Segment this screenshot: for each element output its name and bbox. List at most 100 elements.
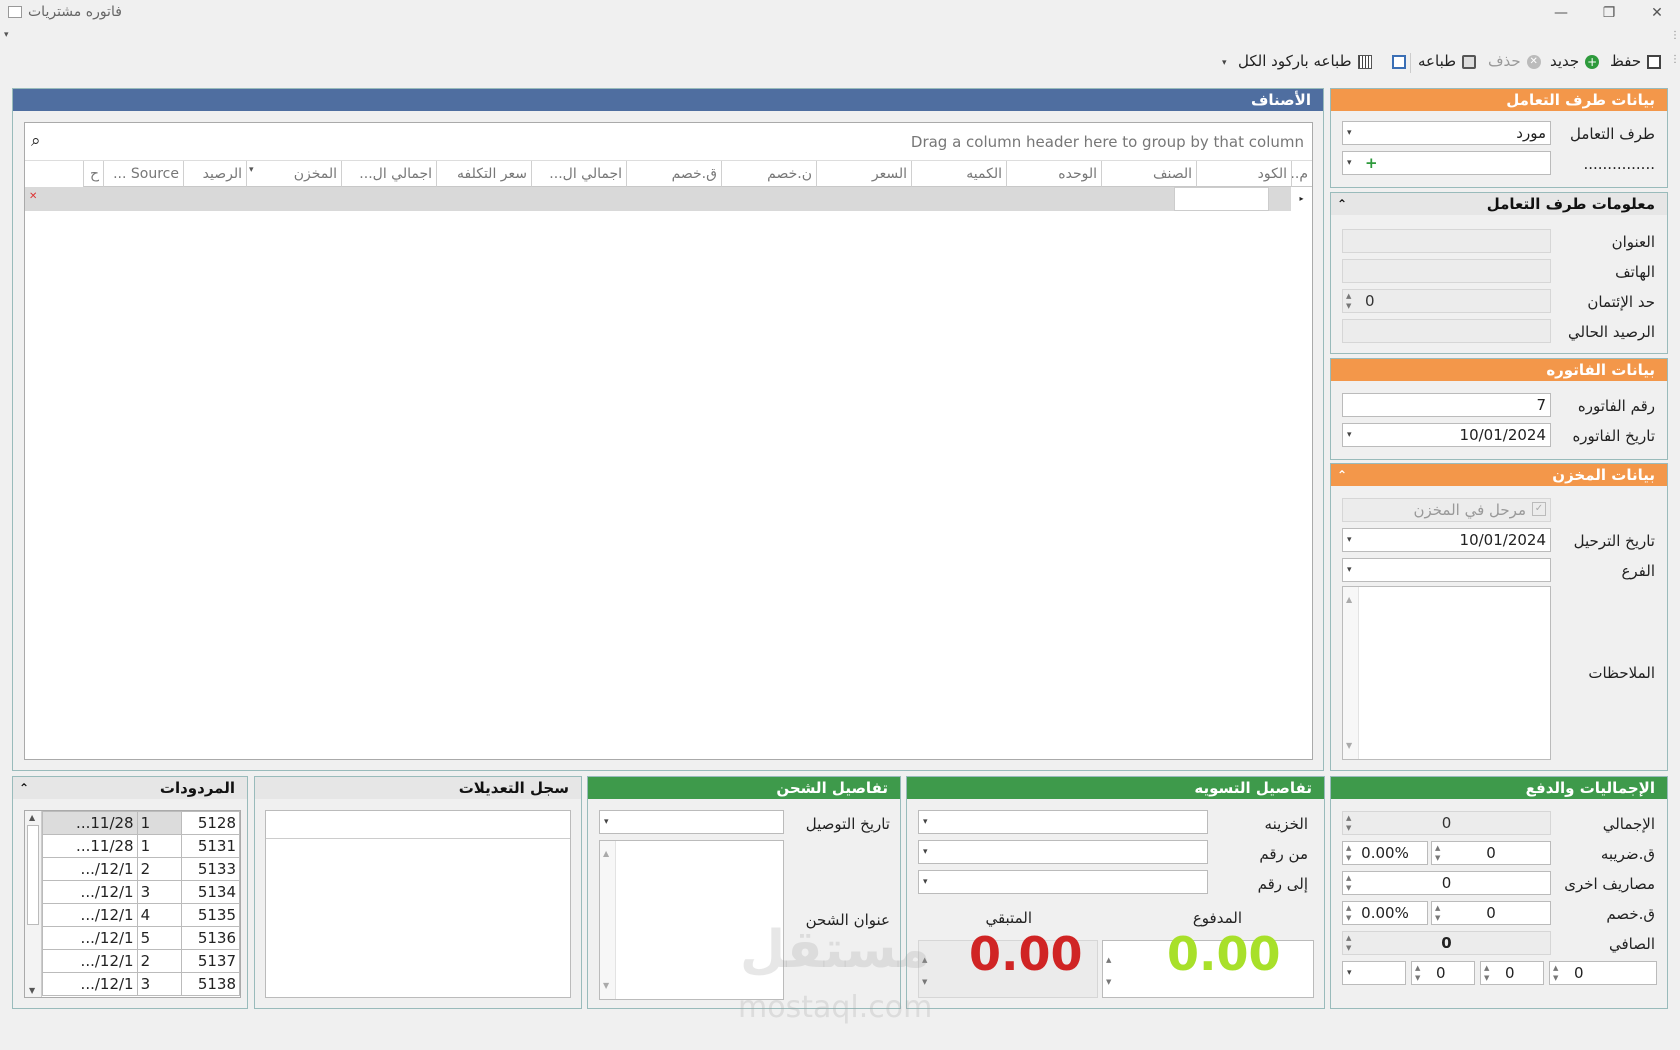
table-row[interactable]: 5138 3 12/1/... <box>42 972 240 996</box>
new-item-row[interactable]: ▸ ✕ <box>25 187 1312 211</box>
restore-button[interactable]: ❐ <box>1594 2 1624 24</box>
to-number-label: إلى رقم <box>1257 875 1308 893</box>
discount-value-field[interactable]: ▲ ▼ 0 <box>1431 901 1551 925</box>
post-date-picker[interactable]: ▾ 10/01/2024 <box>1342 528 1551 552</box>
from-number-select[interactable]: ▾ <box>918 840 1208 864</box>
group-panel[interactable]: ⌕ Drag a column header here to group by … <box>25 123 1312 161</box>
chevron-up-icon: ⌃ <box>1337 197 1348 211</box>
minimize-button[interactable]: — <box>1546 2 1576 24</box>
print-barcode-button[interactable]: طباعه باركود الكل <box>1238 52 1372 70</box>
settings-button[interactable] <box>1386 52 1406 70</box>
code-cell-editor[interactable] <box>1174 187 1269 211</box>
scroll-down-icon[interactable]: ▼ <box>603 975 609 997</box>
edit-log-grid[interactable] <box>265 810 571 998</box>
column-header[interactable]: ن.خصم <box>721 161 816 187</box>
treasury-select[interactable]: ▾ <box>918 810 1208 834</box>
payment-field-1[interactable]: ▲ ▼ 0 <box>1411 961 1475 985</box>
scrollbar[interactable]: ▲ ▼ <box>25 811 42 997</box>
table-row[interactable]: 5131 1 11/28... <box>42 834 240 858</box>
current-balance-field[interactable] <box>1342 319 1551 343</box>
column-header[interactable]: الرصيد <box>183 161 246 187</box>
payment-field-3[interactable]: ▲ ▼ 0 <box>1549 961 1657 985</box>
delivery-date-picker[interactable]: ▾ <box>599 810 784 834</box>
posted-checkbox[interactable]: ✓ مرحل في المخزن <box>1342 498 1551 522</box>
printer-icon <box>1462 54 1477 69</box>
tax-percent-field[interactable]: ▲ ▼ 0.00% <box>1342 841 1428 865</box>
delete-row-icon[interactable]: ✕ <box>29 191 37 202</box>
column-header[interactable]: الوحده <box>1006 161 1101 187</box>
table-row[interactable]: 5135 4 12/1/... <box>42 903 240 927</box>
column-header[interactable]: ح <box>83 161 103 187</box>
column-header[interactable]: السعر <box>816 161 911 187</box>
other-expenses-field[interactable]: ▲ ▼ 0 <box>1342 871 1551 895</box>
scroll-thumb[interactable] <box>27 825 39 925</box>
scroll-up-icon[interactable]: ▲ <box>29 813 35 822</box>
remaining-amount-field[interactable]: ▲ ▼ 0.00 <box>918 931 1098 998</box>
to-number-select[interactable]: ▾ <box>918 870 1208 894</box>
remaining-label: المتبقي <box>985 909 1032 927</box>
table-row[interactable]: 5128 1 11/28... <box>42 811 240 835</box>
new-button[interactable]: +جديد <box>1550 52 1600 70</box>
notes-textarea[interactable]: ▲ ▼ <box>1342 586 1551 760</box>
table-row[interactable]: 5133 2 12/1/... <box>42 857 240 881</box>
returns-grid[interactable]: ▲ ▼ 5128 1 11/28... 5131 1 11/28... 5133 2 12/1/… <box>24 810 241 998</box>
paid-amount-field[interactable]: ▲ ▼ 0.00 <box>1102 931 1314 998</box>
print-button[interactable]: طباعه <box>1418 52 1477 70</box>
party-type-select[interactable]: ▾ مورد <box>1342 121 1551 145</box>
chevron-down-icon: ▾ <box>1347 565 1352 575</box>
items-header: الأصناف <box>13 89 1323 111</box>
items-grid[interactable]: ⌕ Drag a column header here to group by … <box>24 122 1313 760</box>
search-icon[interactable]: ⌕ <box>31 131 41 151</box>
add-icon: + <box>1585 54 1600 69</box>
scroll-down-icon[interactable]: ▼ <box>1346 735 1352 757</box>
tax-value-field[interactable]: ▲ ▼ 0 <box>1431 841 1551 865</box>
branch-select[interactable]: ▾ <box>1342 558 1551 582</box>
store-header[interactable]: ⌃ بيانات المخزن <box>1331 464 1667 486</box>
toolbar-separator <box>1410 53 1411 73</box>
total-field[interactable]: ▲ ▼ 0 <box>1342 811 1551 835</box>
credit-limit-field[interactable]: ▲ ▼ 0 <box>1342 289 1551 313</box>
scroll-up-icon[interactable]: ▲ <box>1346 589 1352 611</box>
column-header[interactable]: الصنف <box>1101 161 1196 187</box>
scroll-down-icon[interactable]: ▼ <box>29 986 35 995</box>
returns-cell-id: 5136 <box>181 926 240 950</box>
discount-percent-field[interactable]: ▲ ▼ 0.00% <box>1342 901 1428 925</box>
sort-indicator-icon: ▾ <box>249 165 254 175</box>
payment-type-select[interactable]: ▾ <box>1342 961 1406 985</box>
returns-header[interactable]: ⌃ المردودات <box>13 777 247 799</box>
column-header[interactable]: الكود <box>1196 161 1291 187</box>
column-header[interactable]: اجمالي ال... <box>531 161 626 187</box>
party-info-header[interactable]: ⌃ معلومات طرف التعامل <box>1331 193 1667 215</box>
scrollbar[interactable]: ▲ ▼ <box>1343 587 1359 759</box>
column-header[interactable]: ق.خصم <box>626 161 721 187</box>
table-row[interactable]: 5134 3 12/1/... <box>42 880 240 904</box>
table-row[interactable]: 5137 2 12/1/... <box>42 949 240 973</box>
returns-cell-date: 12/1/... <box>42 949 138 973</box>
quick-access-dropdown[interactable]: ▾ <box>4 30 9 40</box>
invoice-date-picker[interactable]: ▾ 10/01/2024 <box>1342 423 1551 447</box>
scroll-up-icon[interactable]: ▲ <box>603 843 609 865</box>
column-header[interactable]: اجمالي ال... <box>341 161 436 187</box>
delete-button[interactable]: ✕حذف <box>1488 52 1541 70</box>
net-field[interactable]: ▲ ▼ 0 <box>1342 931 1551 955</box>
returns-cell-qty: 3 <box>136 880 183 904</box>
close-button[interactable]: ✕ <box>1642 2 1672 24</box>
invoice-number-field[interactable]: 7 <box>1342 393 1551 417</box>
column-header[interactable]: م.. <box>1291 161 1312 187</box>
party-name-select[interactable]: ▾ + <box>1342 151 1551 175</box>
column-header[interactable]: سعر التكلفه <box>436 161 531 187</box>
print-barcode-dropdown[interactable]: ▾ <box>1222 58 1227 68</box>
chevron-down-icon: ▾ <box>923 817 928 827</box>
save-button[interactable]: حفظ <box>1610 52 1662 70</box>
column-header[interactable]: الكميه <box>911 161 1006 187</box>
table-row[interactable]: 5136 5 12/1/... <box>42 926 240 950</box>
phone-field[interactable] <box>1342 259 1551 283</box>
scrollbar[interactable]: ▲ ▼ <box>600 841 616 999</box>
column-header[interactable]: Source ... <box>103 161 183 187</box>
chevron-down-icon: ▾ <box>1347 158 1352 168</box>
payment-field-2[interactable]: ▲ ▼ 0 <box>1480 961 1544 985</box>
returns-cell-date: 12/1/... <box>42 903 138 927</box>
address-field[interactable] <box>1342 229 1551 253</box>
column-header[interactable]: المخزن ▾ <box>246 161 341 187</box>
add-party-icon[interactable]: + <box>1365 152 1378 174</box>
